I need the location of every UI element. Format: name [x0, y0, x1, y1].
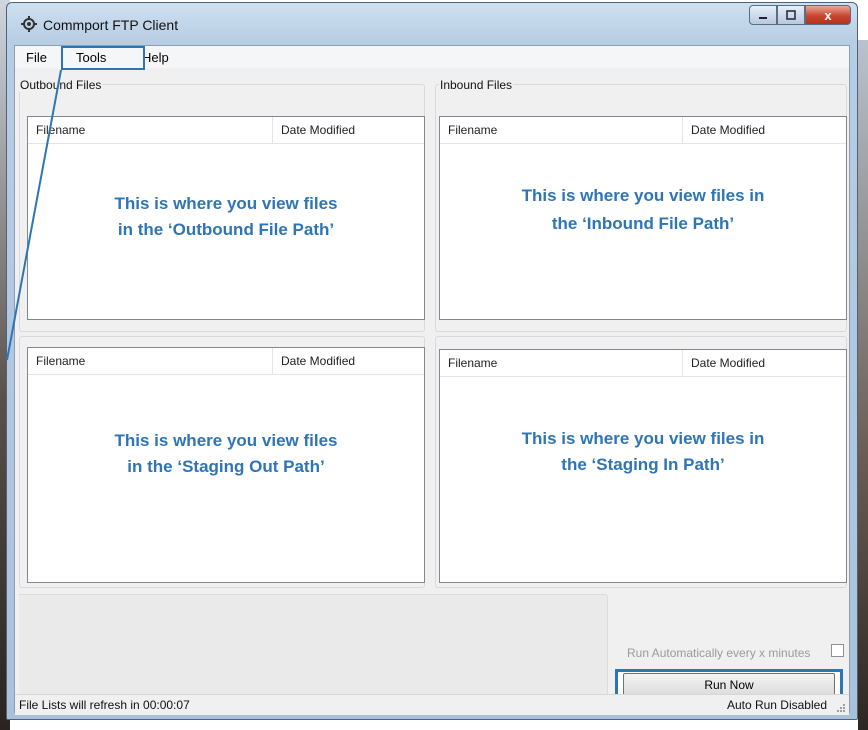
inbound-group-label: Inbound Files — [439, 78, 514, 92]
outbound-list-header: Filename Date Modified — [28, 117, 424, 144]
resize-grip-icon[interactable] — [834, 701, 846, 713]
staging-out-list-note-line1: This is where you view files — [114, 431, 338, 450]
log-panel — [19, 594, 608, 695]
staging-out-file-list[interactable]: Filename Date Modified This is where you… — [27, 347, 425, 583]
inbound-list-note-line2: the ‘Inbound File Path’ — [551, 214, 735, 233]
tools-menu-highlight — [61, 46, 145, 70]
menu-file[interactable]: File — [26, 50, 47, 65]
inbound-list-note-line1: This is where you view files in — [521, 186, 765, 205]
column-date-modified[interactable]: Date Modified — [682, 350, 846, 376]
auto-run-label: Run Automatically every x minutes — [627, 646, 811, 660]
inbound-file-list[interactable]: Filename Date Modified This is where you… — [439, 116, 847, 320]
window-controls: x — [749, 5, 851, 27]
app-gear-icon — [21, 16, 37, 32]
staging-in-file-list[interactable]: Filename Date Modified This is where you… — [439, 349, 847, 583]
close-button[interactable]: x — [805, 5, 851, 25]
close-icon: x — [824, 7, 832, 23]
outbound-file-list[interactable]: Filename Date Modified This is where you… — [27, 116, 425, 320]
staging-in-list-header: Filename Date Modified — [440, 350, 846, 377]
desktop-edge-right — [858, 40, 868, 730]
client-area: File Tools Help Outbound Files Inbound F… — [14, 45, 850, 715]
menu-help[interactable]: Help — [142, 50, 169, 65]
inbound-list-header: Filename Date Modified — [440, 117, 846, 144]
staging-in-list-note-line2: the ‘Staging In Path’ — [561, 455, 725, 474]
column-filename[interactable]: Filename — [28, 348, 272, 374]
minimize-button[interactable] — [749, 5, 777, 25]
maximize-icon — [786, 10, 796, 20]
app-window: Commport FTP Client x File Tools Help Ou… — [6, 2, 858, 720]
staging-in-list-note-line1: This is where you view files in — [521, 429, 765, 448]
column-filename[interactable]: Filename — [28, 117, 272, 143]
run-now-button[interactable]: Run Now — [623, 673, 835, 696]
column-filename[interactable]: Filename — [440, 117, 682, 143]
column-filename[interactable]: Filename — [440, 350, 682, 376]
window-title: Commport FTP Client — [43, 17, 179, 33]
title-bar[interactable]: Commport FTP Client x — [7, 3, 857, 43]
status-bar: File Lists will refresh in 00:00:07 Auto… — [15, 694, 849, 715]
minimize-icon — [759, 17, 767, 19]
outbound-group-label: Outbound Files — [19, 78, 103, 92]
refresh-countdown: File Lists will refresh in 00:00:07 — [19, 698, 190, 712]
outbound-list-note-line1: This is where you view files — [114, 194, 338, 213]
column-date-modified[interactable]: Date Modified — [272, 348, 424, 374]
staging-out-list-header: Filename Date Modified — [28, 348, 424, 375]
maximize-button[interactable] — [777, 5, 805, 25]
auto-run-status: Auto Run Disabled — [726, 698, 827, 712]
auto-run-checkbox[interactable] — [831, 644, 844, 657]
outbound-list-note-line2: in the ‘Outbound File Path’ — [117, 220, 335, 239]
column-date-modified[interactable]: Date Modified — [682, 117, 846, 143]
column-date-modified[interactable]: Date Modified — [272, 117, 424, 143]
staging-out-list-note-line2: in the ‘Staging Out Path’ — [127, 457, 325, 476]
